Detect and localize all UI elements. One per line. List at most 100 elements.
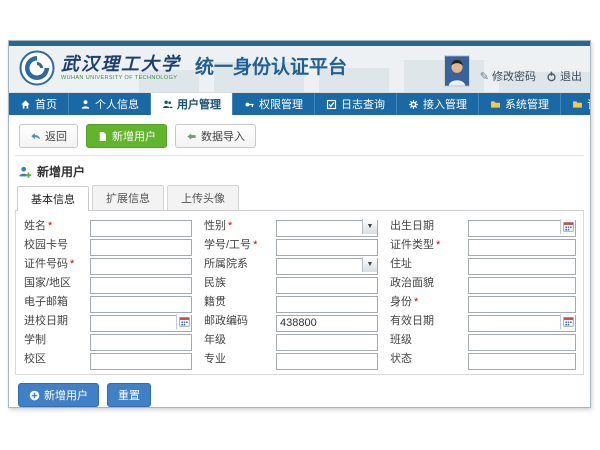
department-select[interactable]: ▼ xyxy=(276,256,378,273)
identity-input[interactable] xyxy=(468,294,576,311)
home-icon xyxy=(20,99,31,110)
grade-field[interactable] xyxy=(276,334,378,351)
nav-item-profile[interactable]: 个人信息 xyxy=(69,93,151,115)
nav-item-system-mgmt[interactable]: 系统管理 xyxy=(479,93,561,115)
study-length-label: 学制 xyxy=(24,332,78,349)
back-button-label: 返回 xyxy=(45,128,67,144)
birth-date-input[interactable] xyxy=(468,218,576,235)
student-emp-no-field[interactable] xyxy=(276,239,378,256)
change-password-link[interactable]: ✎ 修改密码 xyxy=(480,68,536,84)
required-asterisk: * xyxy=(48,220,52,232)
nav-item-permission[interactable]: 权限管理 xyxy=(233,93,315,115)
id-type-field[interactable] xyxy=(468,239,576,256)
enroll-date-input[interactable] xyxy=(90,313,192,330)
grade-input[interactable] xyxy=(276,332,378,349)
tab-label: 扩展信息 xyxy=(106,193,150,205)
campus-card-no-input[interactable] xyxy=(90,237,192,254)
valid-date-label: 有效日期 xyxy=(390,313,456,330)
birth-date-label: 出生日期 xyxy=(390,218,456,235)
postal-code-input[interactable] xyxy=(276,313,378,330)
political-status-input[interactable] xyxy=(468,275,576,292)
tab-upload-avatar[interactable]: 上传头像 xyxy=(167,185,239,210)
logout-link[interactable]: 退出 xyxy=(546,68,582,84)
tab-extended-info[interactable]: 扩展信息 xyxy=(92,185,164,210)
id-type-input[interactable] xyxy=(468,237,576,254)
calendar-icon xyxy=(179,316,190,327)
id-number-field[interactable] xyxy=(90,258,192,275)
address-field[interactable] xyxy=(468,258,576,275)
native-place-input[interactable] xyxy=(276,294,378,311)
student-emp-no-input[interactable] xyxy=(276,237,378,254)
nav-item-home[interactable]: 首页 xyxy=(9,93,69,115)
brand-block: 武汉理工大学 WUHAN UNIVERSITY OF TECHNOLOGY 统一… xyxy=(19,50,347,86)
back-arrow-icon xyxy=(30,131,41,142)
add-user-toolbar-button[interactable]: 新增用户 xyxy=(86,124,167,148)
major-input[interactable] xyxy=(276,351,378,368)
class-field[interactable] xyxy=(468,334,576,351)
class-input[interactable] xyxy=(468,332,576,349)
user-avatar xyxy=(444,55,470,87)
folder-icon xyxy=(490,99,501,110)
postal-code-field[interactable] xyxy=(276,315,378,332)
university-name-en: WUHAN UNIVERSITY OF TECHNOLOGY xyxy=(61,75,181,81)
status-input[interactable] xyxy=(468,351,576,368)
gender-label: 性别* xyxy=(204,218,264,235)
user-plus-icon xyxy=(18,165,32,179)
university-logo xyxy=(19,50,55,86)
country-region-label: 国家/地区 xyxy=(24,275,78,292)
id-type-label: 证件类型* xyxy=(390,237,456,254)
nav-item-user-mgmt[interactable]: 用户管理 xyxy=(151,93,233,115)
campus-card-no-field[interactable] xyxy=(90,239,192,256)
reset-button[interactable]: 重置 xyxy=(107,383,151,407)
nav-item-log-query[interactable]: 日志查询 xyxy=(315,93,397,115)
toolbar: 返回 新增用户 数据导入 xyxy=(15,120,584,156)
reset-button-label: 重置 xyxy=(118,387,140,403)
calendar-button[interactable] xyxy=(176,314,191,329)
id-number-label: 证件号码* xyxy=(24,256,78,273)
calendar-button[interactable] xyxy=(560,219,575,234)
chevron-down-icon[interactable]: ▼ xyxy=(362,257,377,272)
users-icon xyxy=(162,99,173,110)
study-length-field[interactable] xyxy=(90,334,192,351)
section-header: 新增用户 xyxy=(15,156,584,185)
email-input[interactable] xyxy=(90,294,192,311)
ethnicity-field[interactable] xyxy=(276,277,378,294)
submit-add-user-button[interactable]: 新增用户 xyxy=(18,383,99,407)
country-region-input[interactable] xyxy=(90,275,192,292)
tab-basic-info[interactable]: 基本信息 xyxy=(17,186,89,211)
nav-item-subscription[interactable]: 订阅管理 xyxy=(561,93,591,115)
campus-field[interactable] xyxy=(90,353,192,370)
ethnicity-input[interactable] xyxy=(276,275,378,292)
gear-icon xyxy=(408,99,419,110)
data-import-button[interactable]: 数据导入 xyxy=(175,124,256,148)
chevron-down-icon[interactable]: ▼ xyxy=(362,219,377,234)
id-number-input[interactable] xyxy=(90,256,192,273)
identity-field[interactable] xyxy=(468,296,576,313)
native-place-field[interactable] xyxy=(276,296,378,313)
add-user-toolbar-label: 新增用户 xyxy=(112,128,156,144)
calendar-button[interactable] xyxy=(560,314,575,329)
import-arrow-icon xyxy=(186,131,197,142)
political-status-field[interactable] xyxy=(468,277,576,294)
political-status-label: 政治面貌 xyxy=(390,275,456,292)
valid-date-input[interactable] xyxy=(468,313,576,330)
gender-select[interactable]: ▼ xyxy=(276,218,378,235)
country-region-field[interactable] xyxy=(90,277,192,294)
study-length-input[interactable] xyxy=(90,332,192,349)
email-field[interactable] xyxy=(90,296,192,313)
back-button[interactable]: 返回 xyxy=(19,124,78,148)
campus-input[interactable] xyxy=(90,351,192,368)
plus-circle-icon xyxy=(29,390,40,401)
calendar-icon xyxy=(563,316,574,327)
major-field[interactable] xyxy=(276,353,378,370)
name-field[interactable] xyxy=(90,220,192,237)
status-label: 状态 xyxy=(390,351,456,368)
nav-item-access-mgmt[interactable]: 接入管理 xyxy=(397,93,479,115)
folder-icon xyxy=(572,99,583,110)
university-name-cn: 武汉理工大学 xyxy=(61,55,181,75)
status-field[interactable] xyxy=(468,353,576,370)
name-input[interactable] xyxy=(90,218,192,235)
address-input[interactable] xyxy=(468,256,576,273)
native-place-label: 籍贯 xyxy=(204,294,264,311)
app-header: 武汉理工大学 WUHAN UNIVERSITY OF TECHNOLOGY 统一… xyxy=(9,46,590,93)
